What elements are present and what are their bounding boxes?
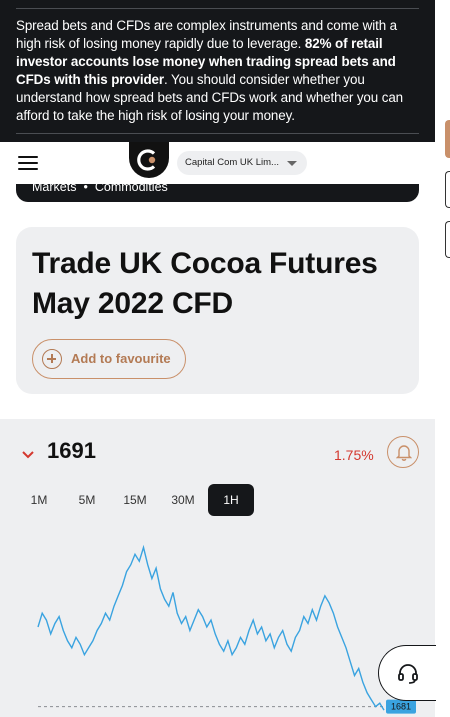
- support-chat-button[interactable]: [378, 645, 436, 701]
- risk-warning-banner: Spread bets and CFDs are complex instrum…: [0, 0, 435, 142]
- current-price: 1691: [47, 438, 96, 463]
- add-to-favourite-label: Add to favourite: [71, 351, 171, 366]
- price-chart-section: 1691 1.75% 1M 5M 15M 30M 1H 1681: [0, 419, 435, 717]
- price-series-line: [37, 544, 385, 711]
- price-alert-button[interactable]: [387, 436, 419, 468]
- instrument-card: Trade UK Cocoa Futures May 2022 CFD Add …: [16, 227, 419, 394]
- hamburger-icon[interactable]: [18, 156, 38, 170]
- chevron-down-icon: [22, 451, 34, 459]
- add-to-favourite-button[interactable]: Add to favourite: [32, 339, 186, 379]
- site-header: Capital Com UK Lim...: [0, 142, 435, 184]
- entity-select-label: Capital Com UK Lim...: [185, 157, 279, 168]
- side-rail: [435, 0, 450, 717]
- banner-divider-top: [16, 8, 419, 9]
- price-change: 1.75%: [334, 447, 374, 463]
- timeframe-30m[interactable]: 30M: [160, 484, 206, 516]
- logo-mark-icon: [137, 149, 156, 171]
- timeframe-15m[interactable]: 15M: [112, 484, 158, 516]
- plus-circle-icon: [42, 349, 62, 369]
- banner-divider-bottom: [16, 133, 419, 134]
- timeframe-1m[interactable]: 1M: [16, 484, 62, 516]
- current-price-tag-label: 1681: [391, 702, 411, 712]
- timeframe-5m[interactable]: 5M: [64, 484, 110, 516]
- entity-select[interactable]: Capital Com UK Lim...: [177, 151, 307, 175]
- page-title: Trade UK Cocoa Futures May 2022 CFD: [32, 247, 378, 320]
- timeframe-1h[interactable]: 1H: [208, 484, 254, 516]
- side-tab[interactable]: [445, 171, 450, 208]
- caret-down-icon: [287, 161, 297, 166]
- capital-com-logo[interactable]: [129, 142, 169, 178]
- risk-warning-text: Spread bets and CFDs are complex instrum…: [16, 17, 419, 125]
- side-tab[interactable]: [445, 221, 450, 258]
- headset-icon: [398, 664, 418, 684]
- side-tab-accent[interactable]: [445, 120, 450, 158]
- bell-icon: [396, 445, 412, 461]
- price-line-chart[interactable]: 1681: [0, 519, 435, 717]
